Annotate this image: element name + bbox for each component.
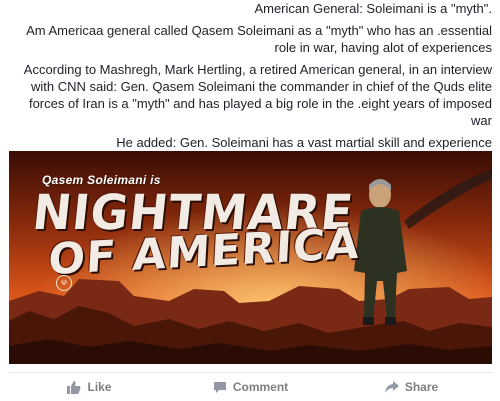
share-button[interactable]: Share: [331, 380, 492, 394]
comment-icon: [213, 381, 226, 393]
post-paragraph-title: ."American General: Soleimani is a "myth: [254, 1, 492, 16]
comment-button[interactable]: Comment: [170, 380, 331, 394]
post-actions-bar: Like Comment Share: [9, 372, 492, 401]
thumbs-up-icon: [67, 380, 81, 394]
post-image[interactable]: Qasem Soleimani is NIGHTMARE OF AMERICA …: [9, 151, 492, 364]
post-paragraph-intro: Am Americaa general called Qasem Soleima…: [26, 23, 492, 55]
post-paragraph-body: According to Mashregh, Mark Hertling, a …: [23, 62, 492, 128]
post-text: ."American General: Soleimani is a "myth…: [0, 0, 500, 156]
share-icon: [384, 381, 399, 393]
post-paragraph-quote: He added: Gen. Soleimani has a vast mart…: [116, 135, 492, 150]
like-button[interactable]: Like: [9, 380, 170, 394]
poster-logo-icon: ☫: [56, 275, 72, 291]
share-label: Share: [404, 380, 439, 394]
comment-label: Comment: [232, 380, 289, 394]
like-label: Like: [87, 380, 112, 394]
